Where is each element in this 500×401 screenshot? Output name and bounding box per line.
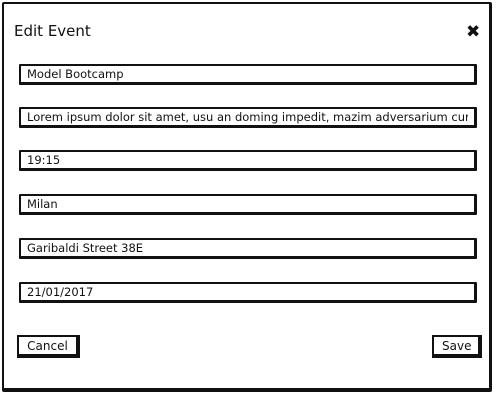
event-address-field[interactable] bbox=[19, 238, 477, 259]
event-city-field[interactable] bbox=[19, 194, 477, 215]
event-name-field[interactable] bbox=[19, 64, 477, 85]
close-icon[interactable]: ✖ bbox=[466, 22, 480, 42]
dialog-title: Edit Event bbox=[14, 22, 91, 40]
event-date-field[interactable] bbox=[19, 282, 477, 303]
event-time-field[interactable] bbox=[19, 150, 477, 171]
event-description-field[interactable] bbox=[19, 107, 477, 128]
cancel-button[interactable]: Cancel bbox=[17, 335, 80, 358]
save-button[interactable]: Save bbox=[432, 335, 482, 358]
